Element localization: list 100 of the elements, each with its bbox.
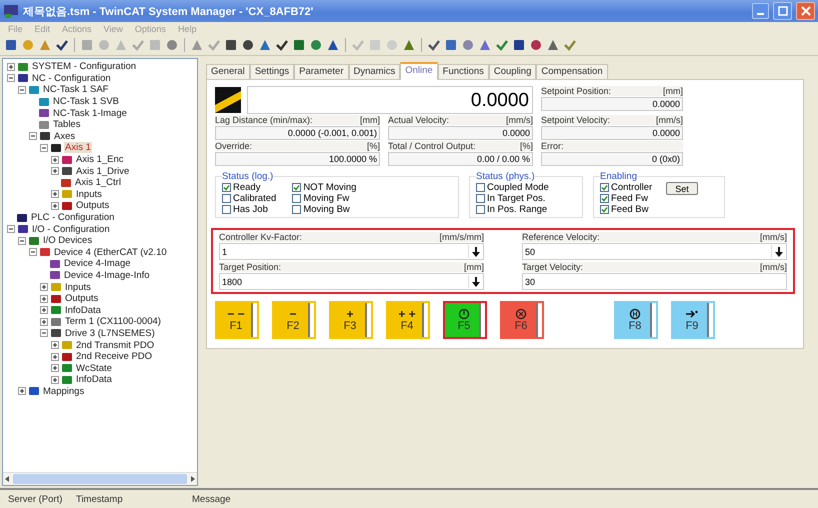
tree-item[interactable]: Term 1 (CX1100-0004)	[64, 316, 162, 328]
tree-item[interactable]: NC-Task 1 SVB	[52, 96, 120, 108]
toolbar-icon[interactable]	[4, 38, 18, 52]
download-button[interactable]	[468, 275, 483, 288]
scroll-right-icon[interactable]	[189, 475, 197, 483]
checkbox[interactable]	[476, 194, 485, 203]
tree-item[interactable]: Axis 1_Ctrl	[74, 177, 122, 188]
collapse-icon[interactable]	[29, 248, 37, 256]
tree-item[interactable]: Device 4 (EtherCAT (v2.10	[53, 246, 168, 258]
tab[interactable]: Dynamics	[348, 64, 400, 79]
scrollbar-thumb[interactable]	[13, 474, 187, 484]
tab[interactable]: Coupling	[488, 64, 536, 79]
close-button[interactable]	[796, 2, 815, 20]
input-field[interactable]: 1800	[219, 273, 484, 290]
expand-icon[interactable]	[51, 156, 59, 164]
minimize-button[interactable]	[752, 3, 769, 19]
set-button[interactable]: Set	[666, 182, 698, 195]
function-key-button[interactable]: F5	[443, 301, 487, 339]
collapse-icon[interactable]	[18, 236, 26, 245]
checkbox[interactable]	[600, 183, 609, 192]
tab[interactable]: Settings	[250, 64, 294, 79]
checkbox[interactable]	[222, 205, 231, 214]
tree-item[interactable]: Mappings	[42, 386, 86, 397]
function-key-button[interactable]: F9	[671, 301, 715, 339]
input-field[interactable]: 1	[219, 243, 484, 260]
function-key-button[interactable]: + + F4	[386, 301, 430, 339]
collapse-icon[interactable]	[40, 329, 48, 338]
tree-item[interactable]: Axis 1	[64, 142, 92, 154]
tree-item[interactable]: Inputs	[64, 282, 92, 293]
tree-item[interactable]: Tables	[52, 119, 82, 130]
expand-icon[interactable]	[18, 387, 26, 396]
input-field[interactable]: 30	[522, 273, 787, 290]
expand-icon[interactable]	[51, 190, 59, 198]
checkbox[interactable]	[292, 194, 302, 203]
checkbox[interactable]	[600, 205, 609, 214]
maximize-button[interactable]	[773, 2, 792, 20]
toolbar-icon[interactable]	[275, 38, 289, 52]
checkbox[interactable]	[600, 194, 609, 203]
tree-item[interactable]: Device 4-Image	[63, 258, 132, 270]
expand-icon[interactable]	[51, 376, 59, 384]
tab[interactable]: Online	[400, 62, 438, 80]
expand-icon[interactable]	[40, 283, 48, 292]
expand-icon[interactable]	[51, 202, 59, 210]
toolbar-icon[interactable]	[444, 38, 458, 52]
function-key-button[interactable]: F8	[614, 301, 658, 339]
tree-item[interactable]: Outputs	[64, 293, 100, 304]
expand-icon[interactable]	[7, 62, 15, 71]
tree-item[interactable]: NC-Task 1-Image	[52, 108, 128, 119]
tree-item[interactable]: NC-Task 1 SAF	[42, 84, 110, 96]
toolbar-icon[interactable]	[224, 38, 238, 52]
toolbar-icon[interactable]	[292, 38, 306, 52]
tree-item[interactable]: 2nd Transmit PDO	[75, 340, 156, 351]
tree-item[interactable]: Drive 3 (L7NSEMES)	[64, 328, 156, 339]
tab[interactable]: Parameter	[294, 64, 348, 79]
tree-item[interactable]: InfoData	[75, 374, 113, 386]
tab[interactable]: Compensation	[536, 64, 608, 79]
checkbox[interactable]	[222, 183, 231, 192]
expand-icon[interactable]	[40, 306, 48, 314]
collapse-icon[interactable]	[40, 144, 48, 152]
checkbox[interactable]	[476, 205, 485, 214]
tree-item[interactable]: I/O Devices	[42, 235, 94, 246]
expand-icon[interactable]	[51, 364, 59, 372]
tree-item[interactable]: Axis 1_Enc	[75, 154, 125, 166]
toolbar-icon[interactable]	[529, 38, 543, 52]
collapse-icon[interactable]	[29, 132, 37, 140]
tab[interactable]: General	[206, 64, 250, 79]
tree-item[interactable]: Inputs	[75, 188, 103, 200]
checkbox[interactable]	[476, 183, 485, 192]
tree-item[interactable]: WcState	[75, 362, 113, 374]
expand-icon[interactable]	[51, 352, 59, 361]
tree-item[interactable]: Outputs	[75, 200, 110, 212]
expand-icon[interactable]	[40, 294, 48, 303]
toolbar-icon[interactable]	[512, 38, 526, 52]
toolbar-icon[interactable]	[55, 38, 69, 52]
toolbar-icon[interactable]	[427, 38, 441, 52]
tree-item[interactable]: InfoData	[64, 304, 102, 316]
tree-item[interactable]: Axis 1_Drive	[75, 166, 130, 177]
toolbar-icon[interactable]	[241, 38, 255, 52]
expand-icon[interactable]	[51, 341, 59, 350]
toolbar-icon[interactable]	[326, 38, 340, 52]
expand-icon[interactable]	[51, 167, 59, 176]
input-field[interactable]: 50	[522, 243, 787, 260]
tab[interactable]: Functions	[438, 64, 489, 79]
tree-item[interactable]: NC - Configuration	[31, 72, 112, 84]
tree-item[interactable]: 2nd Receive PDO	[75, 351, 154, 362]
tree-item[interactable]: PLC - Configuration	[30, 212, 116, 224]
tree-item[interactable]: I/O - Configuration	[31, 224, 111, 235]
download-button[interactable]	[771, 245, 786, 258]
collapse-icon[interactable]	[7, 225, 15, 234]
collapse-icon[interactable]	[7, 74, 15, 82]
scroll-left-icon[interactable]	[3, 475, 11, 483]
download-button[interactable]	[468, 245, 483, 258]
expand-icon[interactable]	[40, 318, 48, 326]
tree-item[interactable]: Device 4-Image-Info	[63, 270, 151, 281]
function-key-button[interactable]: − F2	[272, 301, 316, 339]
function-key-button[interactable]: + F3	[329, 301, 373, 339]
collapse-icon[interactable]	[18, 86, 26, 94]
tree-item[interactable]: SYSTEM - Configuration	[31, 61, 138, 72]
checkbox[interactable]	[292, 183, 302, 192]
toolbar-icon[interactable]	[546, 38, 560, 52]
